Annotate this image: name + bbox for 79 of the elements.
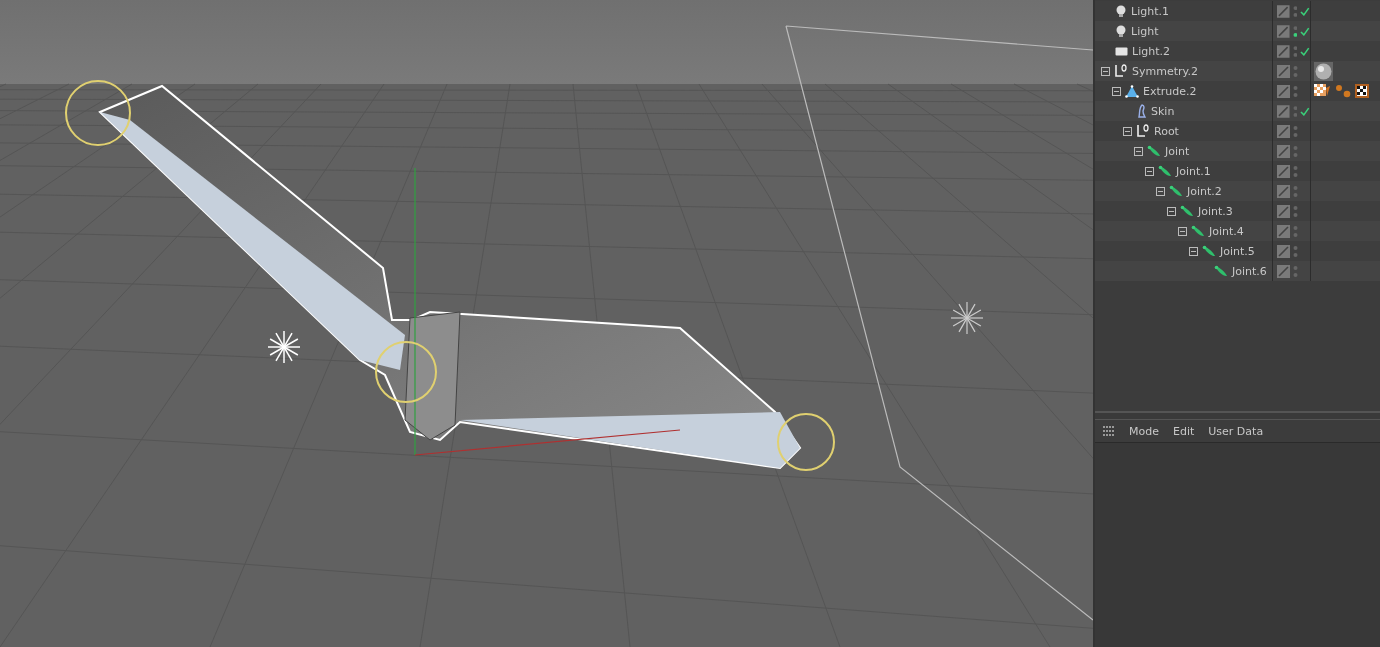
visibility-dots-icon[interactable] xyxy=(1292,104,1298,118)
check-icon[interactable] xyxy=(1300,26,1310,36)
collapse-toggle-icon[interactable] xyxy=(1178,226,1187,236)
sphere-tag-icon[interactable] xyxy=(1314,61,1333,81)
light-bulb-icon xyxy=(1115,4,1127,18)
layer-toggle-icon[interactable] xyxy=(1277,144,1290,158)
collapse-toggle-icon[interactable] xyxy=(1134,146,1143,156)
object-name[interactable]: Joint.2 xyxy=(1187,184,1222,198)
collapse-toggle-icon[interactable] xyxy=(1145,166,1154,176)
layer-toggle-icon[interactable] xyxy=(1277,64,1290,78)
triangle-icon xyxy=(1125,84,1139,98)
object-name[interactable]: Joint.4 xyxy=(1209,224,1244,238)
menu-item[interactable]: Edit xyxy=(1173,424,1195,438)
visibility-dots-icon[interactable] xyxy=(1293,144,1298,158)
collapse-toggle-icon[interactable] xyxy=(1156,186,1165,196)
visibility-dots-icon[interactable] xyxy=(1293,64,1298,78)
layer-toggle-icon[interactable] xyxy=(1277,184,1290,198)
visibility-dots-icon[interactable] xyxy=(1293,204,1298,218)
layer-toggle-icon[interactable] xyxy=(1277,4,1290,18)
object-name[interactable]: Joint.5 xyxy=(1220,244,1255,258)
bone-icon xyxy=(1191,224,1205,238)
object-name[interactable]: Joint.1 xyxy=(1176,164,1211,178)
collapse-toggle-icon[interactable] xyxy=(1189,246,1198,256)
layer-toggle-icon[interactable] xyxy=(1277,84,1290,98)
collapse-toggle-icon[interactable] xyxy=(1112,86,1121,96)
object-name[interactable]: Joint.6 xyxy=(1232,264,1267,278)
layer-toggle-icon[interactable] xyxy=(1277,204,1290,218)
grip-icon[interactable] xyxy=(1103,425,1115,437)
object-name[interactable]: Joint.3 xyxy=(1198,204,1233,218)
object-name[interactable]: Light xyxy=(1131,24,1159,38)
layer-toggle-icon[interactable] xyxy=(1277,44,1290,58)
bone-icon xyxy=(1180,204,1194,218)
visibility-dots-icon[interactable] xyxy=(1293,84,1298,98)
bone-icon xyxy=(1147,144,1161,158)
leg-icon xyxy=(1137,103,1147,119)
visibility-dots-icon[interactable] xyxy=(1293,224,1298,238)
layer-toggle-icon[interactable] xyxy=(1277,244,1290,258)
visibility-dots-icon[interactable] xyxy=(1293,164,1298,178)
layer-toggle-icon[interactable] xyxy=(1277,224,1290,238)
bone-icon xyxy=(1214,264,1228,278)
object-name[interactable]: Symmetry.2 xyxy=(1132,64,1198,78)
light-star-icon xyxy=(950,301,984,335)
collapse-toggle-icon[interactable] xyxy=(1123,126,1132,136)
object-name[interactable]: Root xyxy=(1154,124,1179,138)
checker-tag-icon[interactable] xyxy=(1314,84,1331,98)
light-star-icon xyxy=(267,330,301,364)
dots-tag-icon[interactable] xyxy=(1335,84,1351,98)
visibility-dots-icon[interactable] xyxy=(1292,44,1298,58)
layer-toggle-icon[interactable] xyxy=(1277,264,1290,278)
layer-toggle-icon[interactable] xyxy=(1277,164,1290,178)
visibility-dots-icon[interactable] xyxy=(1293,124,1298,138)
check-icon[interactable] xyxy=(1300,106,1310,116)
layer-toggle-icon[interactable] xyxy=(1277,124,1290,138)
bone-icon xyxy=(1169,184,1183,198)
check-icon[interactable] xyxy=(1300,46,1310,56)
collapse-toggle-icon[interactable] xyxy=(1101,66,1110,76)
object-name[interactable]: Extrude.2 xyxy=(1143,84,1197,98)
collapse-toggle-icon[interactable] xyxy=(1167,206,1176,216)
panel-light-icon xyxy=(1115,46,1128,56)
layer-toggle-icon[interactable] xyxy=(1277,104,1290,118)
axis-icon xyxy=(1136,124,1150,138)
light-bulb-icon xyxy=(1115,24,1127,38)
object-name[interactable]: Joint xyxy=(1165,144,1190,158)
visibility-dots-icon[interactable] xyxy=(1292,24,1298,38)
object-name[interactable]: Light.2 xyxy=(1132,44,1170,58)
checkerboard-tag-icon[interactable] xyxy=(1355,84,1369,98)
object-name[interactable]: Light.1 xyxy=(1131,4,1169,18)
visibility-dots-icon[interactable] xyxy=(1292,4,1298,18)
visibility-dots-icon[interactable] xyxy=(1293,184,1298,198)
menu-item[interactable]: Mode xyxy=(1129,424,1159,438)
check-icon[interactable] xyxy=(1300,6,1310,16)
bone-icon xyxy=(1158,164,1172,178)
visibility-dots-icon[interactable] xyxy=(1293,244,1298,258)
visibility-dots-icon[interactable] xyxy=(1293,264,1298,278)
object-name[interactable]: Skin xyxy=(1151,104,1175,118)
axis-icon xyxy=(1114,64,1128,78)
menu-item[interactable]: User Data xyxy=(1208,424,1264,438)
bone-icon xyxy=(1202,244,1216,258)
layer-toggle-icon[interactable] xyxy=(1277,24,1290,38)
